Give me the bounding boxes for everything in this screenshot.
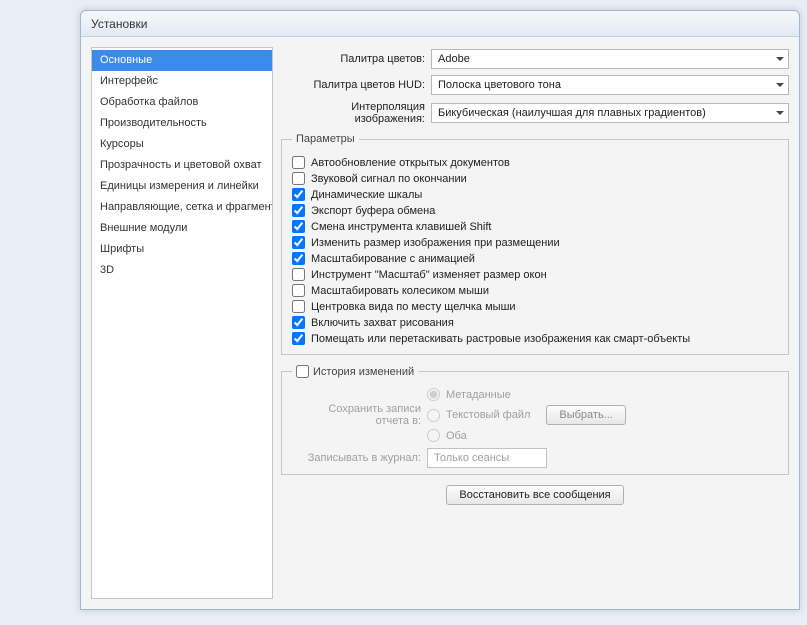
param-row: Помещать или перетаскивать растровые изо…	[292, 332, 778, 345]
radio-textfile[interactable]	[427, 409, 440, 422]
param-row: Смена инструмента клавишей Shift	[292, 220, 778, 233]
chevron-down-icon	[776, 57, 784, 61]
sidebar-item-cursors[interactable]: Курсоры	[92, 134, 272, 155]
param-label: Центровка вида по месту щелчка мыши	[311, 301, 516, 313]
radio-metadata-label: Метаданные	[446, 389, 511, 401]
sidebar: Основные Интерфейс Обработка файлов Прои…	[91, 47, 273, 599]
restore-messages-button[interactable]: Восстановить все сообщения	[446, 485, 623, 505]
chevron-down-icon	[776, 111, 784, 115]
param-checkbox-7[interactable]	[292, 268, 305, 281]
param-checkbox-1[interactable]	[292, 172, 305, 185]
param-label: Масштабировать колесиком мыши	[311, 285, 489, 297]
choose-button[interactable]: Выбрать...	[546, 405, 625, 425]
param-checkbox-5[interactable]	[292, 236, 305, 249]
param-checkbox-4[interactable]	[292, 220, 305, 233]
param-checkbox-9[interactable]	[292, 300, 305, 313]
param-row: Включить захват рисования	[292, 316, 778, 329]
param-label: Изменить размер изображения при размещен…	[311, 237, 560, 249]
parameters-legend: Параметры	[292, 133, 359, 145]
param-label: Смена инструмента клавишей Shift	[311, 221, 491, 233]
history-enable-checkbox[interactable]	[296, 365, 309, 378]
sidebar-item-3d[interactable]: 3D	[92, 260, 272, 281]
param-checkbox-8[interactable]	[292, 284, 305, 297]
sidebar-item-plugins[interactable]: Внешние модули	[92, 218, 272, 239]
param-checkbox-10[interactable]	[292, 316, 305, 329]
param-row: Масштабировать колесиком мыши	[292, 284, 778, 297]
param-checkbox-2[interactable]	[292, 188, 305, 201]
color-picker-combo[interactable]: Adobe	[431, 49, 789, 69]
sidebar-item-basic[interactable]: Основные	[92, 50, 272, 71]
history-legend-text: История изменений	[313, 366, 414, 378]
sidebar-item-filehandling[interactable]: Обработка файлов	[92, 92, 272, 113]
radio-textfile-label: Текстовый файл	[446, 409, 530, 421]
history-fieldset: История изменений Сохранить записи отчет…	[281, 365, 789, 475]
sidebar-item-interface[interactable]: Интерфейс	[92, 71, 272, 92]
param-checkbox-3[interactable]	[292, 204, 305, 217]
param-row: Звуковой сигнал по окончании	[292, 172, 778, 185]
param-row: Инструмент "Масштаб" изменяет размер око…	[292, 268, 778, 281]
journal-combo[interactable]: Только сеансы	[427, 448, 547, 468]
param-checkbox-11[interactable]	[292, 332, 305, 345]
param-checkbox-6[interactable]	[292, 252, 305, 265]
hud-picker-label: Палитра цветов HUD:	[281, 79, 431, 91]
main-panel: Палитра цветов: Adobe Палитра цветов HUD…	[281, 47, 789, 599]
param-label: Динамические шкалы	[311, 189, 422, 201]
sidebar-item-fonts[interactable]: Шрифты	[92, 239, 272, 260]
client-area: Основные Интерфейс Обработка файлов Прои…	[81, 37, 799, 609]
preferences-window: Установки Основные Интерфейс Обработка ф…	[80, 10, 800, 610]
param-label: Помещать или перетаскивать растровые изо…	[311, 333, 690, 345]
sidebar-item-transparency[interactable]: Прозрачность и цветовой охват	[92, 155, 272, 176]
sidebar-item-performance[interactable]: Производительность	[92, 113, 272, 134]
param-row: Масштабирование с анимацией	[292, 252, 778, 265]
radio-both[interactable]	[427, 429, 440, 442]
radio-both-label: Оба	[446, 430, 467, 442]
param-label: Автообновление открытых документов	[311, 157, 510, 169]
sidebar-item-units[interactable]: Единицы измерения и линейки	[92, 176, 272, 197]
parameters-fieldset: Параметры Автообновление открытых докуме…	[281, 133, 789, 355]
param-row: Центровка вида по месту щелчка мыши	[292, 300, 778, 313]
param-row: Автообновление открытых документов	[292, 156, 778, 169]
window-titlebar: Установки	[81, 11, 799, 37]
param-label: Масштабирование с анимацией	[311, 253, 475, 265]
interp-combo[interactable]: Бикубическая (наилучшая для плавных град…	[431, 103, 789, 123]
param-label: Экспорт буфера обмена	[311, 205, 435, 217]
color-picker-label: Палитра цветов:	[281, 53, 431, 65]
param-row: Динамические шкалы	[292, 188, 778, 201]
sidebar-item-guides[interactable]: Направляющие, сетка и фрагменты	[92, 197, 272, 218]
interp-label: Интерполяция изображения:	[281, 101, 431, 125]
param-label: Инструмент "Масштаб" изменяет размер око…	[311, 269, 547, 281]
chevron-down-icon	[776, 83, 784, 87]
param-label: Включить захват рисования	[311, 317, 454, 329]
param-row: Изменить размер изображения при размещен…	[292, 236, 778, 249]
hud-picker-combo[interactable]: Полоска цветового тона	[431, 75, 789, 95]
window-title: Установки	[91, 17, 147, 31]
save-records-label: Сохранить записи отчета в:	[292, 403, 427, 427]
journal-label: Записывать в журнал:	[292, 452, 427, 464]
param-label: Звуковой сигнал по окончании	[311, 173, 467, 185]
param-row: Экспорт буфера обмена	[292, 204, 778, 217]
radio-metadata[interactable]	[427, 388, 440, 401]
param-checkbox-0[interactable]	[292, 156, 305, 169]
